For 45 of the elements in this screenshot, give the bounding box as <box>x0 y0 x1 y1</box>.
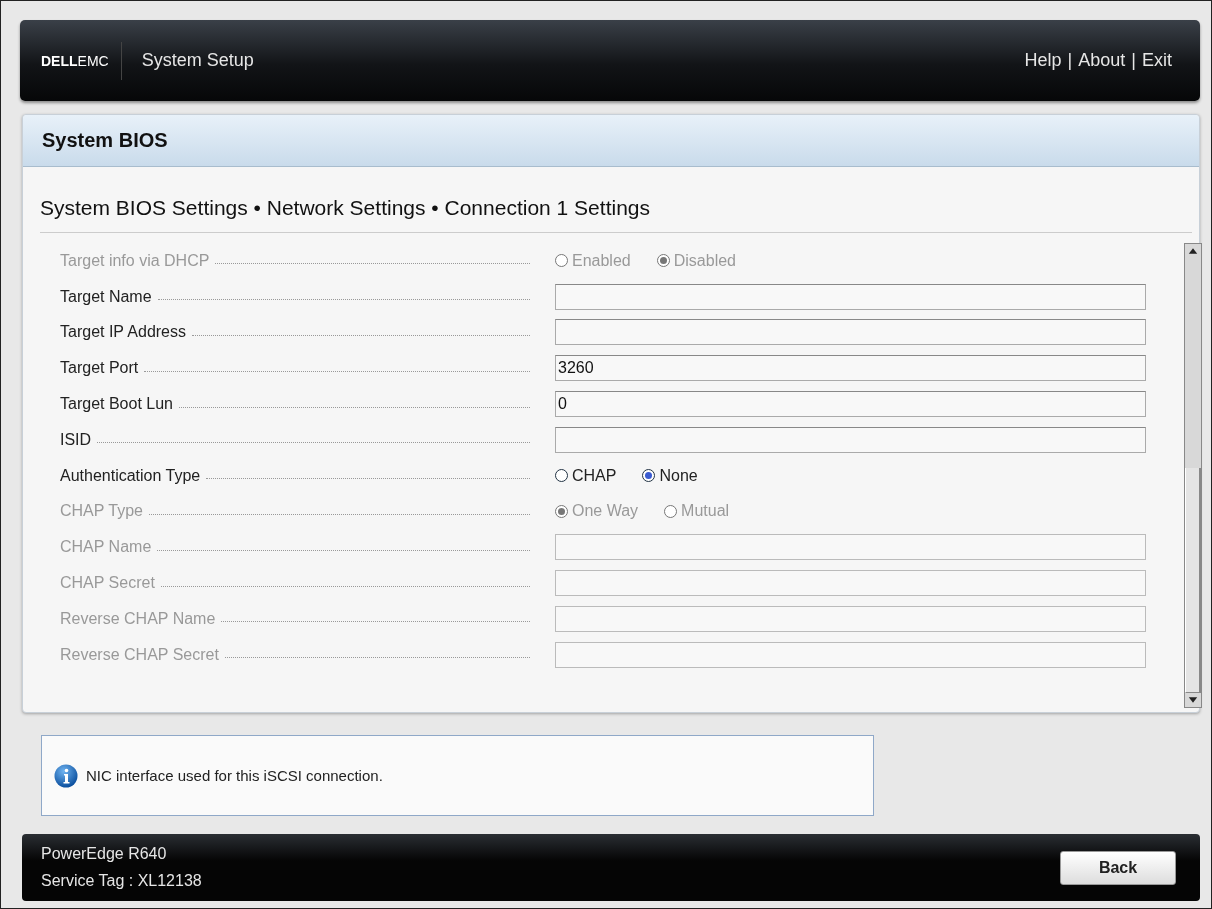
back-button[interactable]: Back <box>1060 850 1176 885</box>
setting-label: Target Boot Lun <box>60 395 173 414</box>
radio-label: Enabled <box>572 251 631 270</box>
help-text: NIC interface used for this iSCSI connection. <box>86 767 383 784</box>
setting-label: Reverse CHAP Secret <box>60 645 219 664</box>
scrollbar[interactable] <box>1184 243 1202 708</box>
separator-text: | <box>1067 50 1073 71</box>
input-field[interactable] <box>555 534 1146 561</box>
header-link[interactable]: Exit <box>1142 50 1172 71</box>
input-field[interactable] <box>555 641 1146 668</box>
scroll-thumb[interactable] <box>1185 468 1201 693</box>
setting-label: CHAP Secret <box>60 574 155 593</box>
radio-label: One Way <box>572 502 639 521</box>
radio-label: CHAP <box>572 466 617 485</box>
header-link[interactable]: About <box>1078 50 1126 71</box>
panel-title: System BIOS <box>23 115 1199 167</box>
info-icon <box>54 763 78 788</box>
model-name: PowerEdge R640 <box>41 845 168 863</box>
setting-label: CHAP Name <box>60 538 152 557</box>
logo: DELLEMC <box>41 52 109 69</box>
setting-label: Target info via DHCP <box>60 251 210 270</box>
breadcrumb: System BIOS Settings • Network Settings • Connection 1 Settings <box>40 195 650 220</box>
radio-button[interactable] <box>555 469 568 483</box>
input-field[interactable] <box>555 283 1146 310</box>
radio-label: Mutual <box>681 502 730 521</box>
separator-text: | <box>1131 50 1136 71</box>
service-tag: Service Tag : XL12138 <box>41 872 202 890</box>
radio-label: None <box>659 466 698 485</box>
radio-label: Disabled <box>673 251 736 270</box>
setting-label: Reverse CHAP Name <box>60 609 216 628</box>
input-field[interactable] <box>555 319 1146 346</box>
input-field[interactable]: 0 <box>555 391 1146 418</box>
input-field[interactable] <box>555 426 1146 453</box>
setting-label: Target Port <box>60 359 139 378</box>
setting-label: CHAP Type <box>60 502 143 521</box>
setting-label: Target Name <box>60 287 152 306</box>
setting-label: Authentication Type <box>60 466 201 485</box>
setting-label: ISID <box>60 430 92 449</box>
setting-label: Target IP Address <box>60 323 186 342</box>
app-title: System Setup <box>141 50 254 71</box>
header-link[interactable]: Help <box>1024 50 1062 71</box>
input-field[interactable]: 3260 <box>555 355 1146 382</box>
input-field[interactable] <box>555 570 1146 597</box>
radio-button[interactable] <box>642 469 656 483</box>
input-field[interactable] <box>555 605 1146 632</box>
